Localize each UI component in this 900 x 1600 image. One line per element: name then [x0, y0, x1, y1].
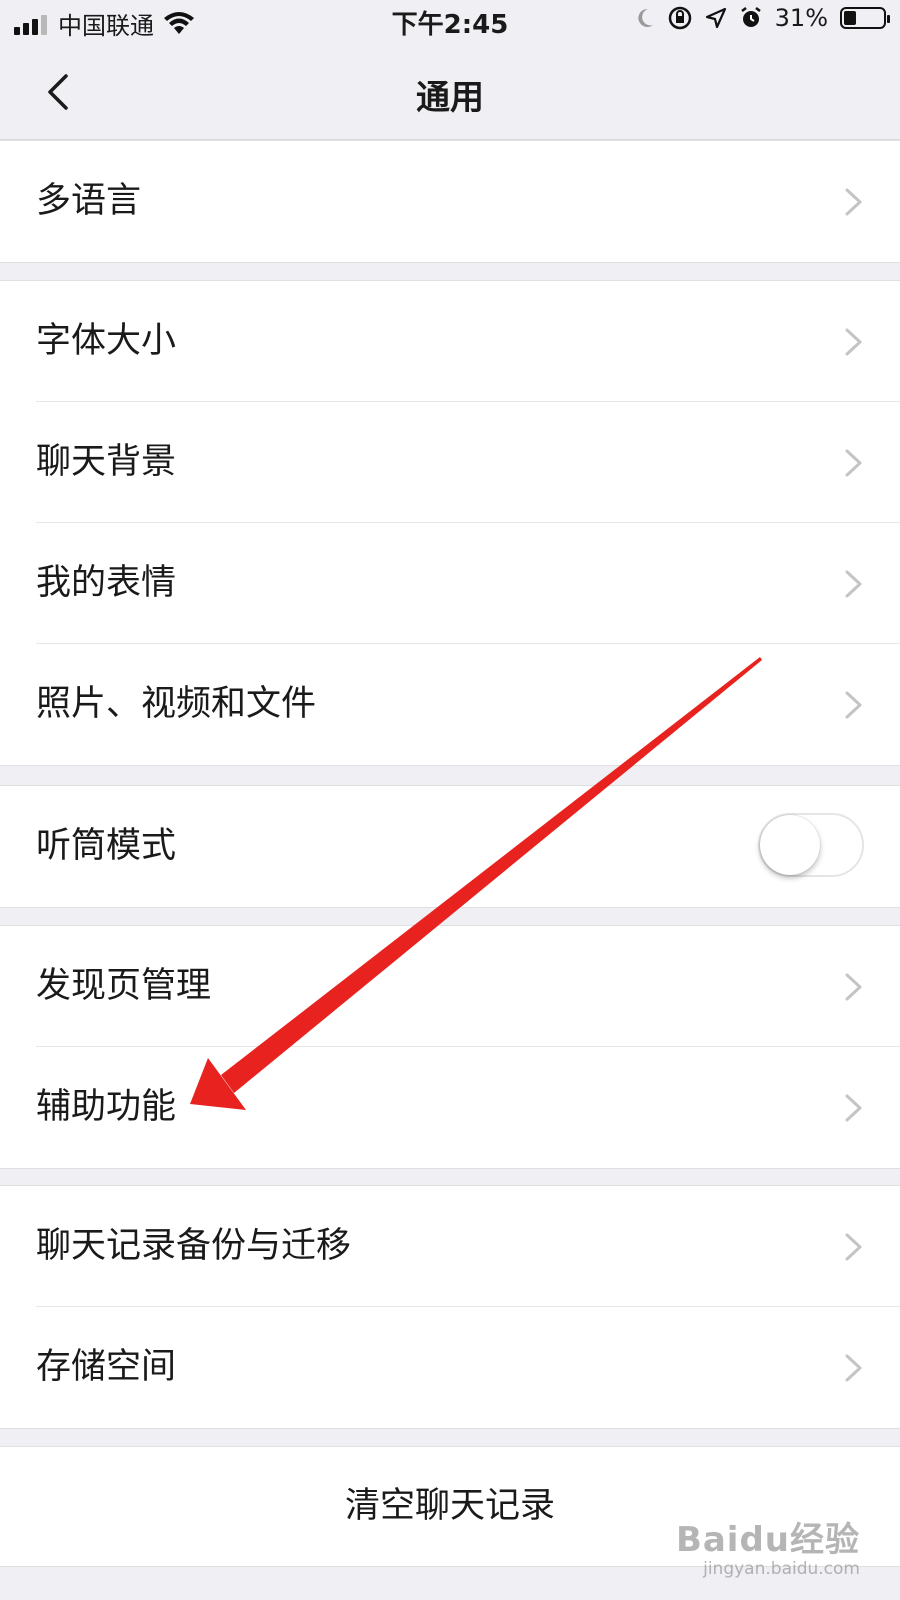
settings-group-language: 多语言 — [0, 140, 900, 263]
settings-row-font-size[interactable]: 字体大小 — [0, 281, 900, 402]
settings-row-accessibility[interactable]: 辅助功能 — [0, 1047, 900, 1168]
settings-row-earpiece-mode: 听筒模式 — [0, 786, 900, 907]
settings-row-my-stickers[interactable]: 我的表情 — [0, 523, 900, 644]
navigation-bar: 通用 — [0, 44, 900, 140]
page-title: 通用 — [416, 78, 484, 118]
settings-row-storage-space[interactable]: 存储空间 — [0, 1307, 900, 1428]
settings-group-earpiece: 听筒模式 — [0, 785, 900, 908]
chevron-right-icon — [845, 188, 862, 216]
alarm-icon — [740, 7, 761, 27]
row-label: 聊天记录备份与迁移 — [36, 1226, 352, 1266]
battery-percent: 31% — [774, 4, 828, 32]
settings-row-chat-background[interactable]: 聊天背景 — [0, 402, 900, 523]
row-label: 字体大小 — [36, 321, 177, 361]
row-label: 照片、视频和文件 — [36, 684, 317, 724]
row-label: 发现页管理 — [36, 966, 212, 1006]
chevron-right-icon — [845, 973, 862, 1001]
orientation-lock-icon — [668, 6, 691, 30]
settings-row-language[interactable]: 多语言 — [0, 141, 900, 262]
watermark-url: jingyan.baidu.com — [703, 1559, 860, 1579]
chevron-right-icon — [845, 570, 862, 598]
settings-row-discover-management[interactable]: 发现页管理 — [0, 926, 900, 1047]
settings-row-photos-videos-files[interactable]: 照片、视频和文件 — [0, 644, 900, 765]
chevron-right-icon — [845, 449, 862, 477]
location-icon — [705, 7, 726, 29]
settings-group-storage: 聊天记录备份与迁移 存储空间 — [0, 1185, 900, 1429]
chevron-right-icon — [845, 1354, 862, 1382]
row-label: 听筒模式 — [36, 826, 177, 866]
settings-group-features: 发现页管理 辅助功能 — [0, 925, 900, 1169]
baidu-jingyan-watermark: Baidu经验 jingyan.baidu.com — [676, 1512, 860, 1579]
watermark-logo: Baidu经验 — [675, 1520, 860, 1560]
chevron-right-icon — [845, 691, 862, 719]
chevron-right-icon — [845, 1233, 862, 1261]
chevron-right-icon — [845, 1094, 862, 1122]
status-right: 31% — [635, 4, 890, 32]
settings-group-display: 字体大小 聊天背景 我的表情 照片、视频和文件 — [0, 280, 900, 766]
row-label: 存储空间 — [36, 1347, 177, 1387]
toggle-knob — [760, 815, 820, 875]
row-label: 辅助功能 — [36, 1087, 177, 1127]
row-label: 我的表情 — [36, 563, 177, 603]
chevron-right-icon — [845, 328, 862, 356]
row-label: 聊天背景 — [36, 442, 177, 482]
battery-fill — [844, 11, 856, 25]
status-bar: 中国联通 下午2:45 31% — [0, 0, 900, 44]
battery-icon — [840, 7, 890, 29]
earpiece-mode-toggle[interactable] — [758, 813, 864, 877]
row-label: 多语言 — [36, 181, 142, 221]
settings-row-chat-backup-migration[interactable]: 聊天记录备份与迁移 — [0, 1186, 900, 1307]
moon-icon — [638, 8, 653, 27]
